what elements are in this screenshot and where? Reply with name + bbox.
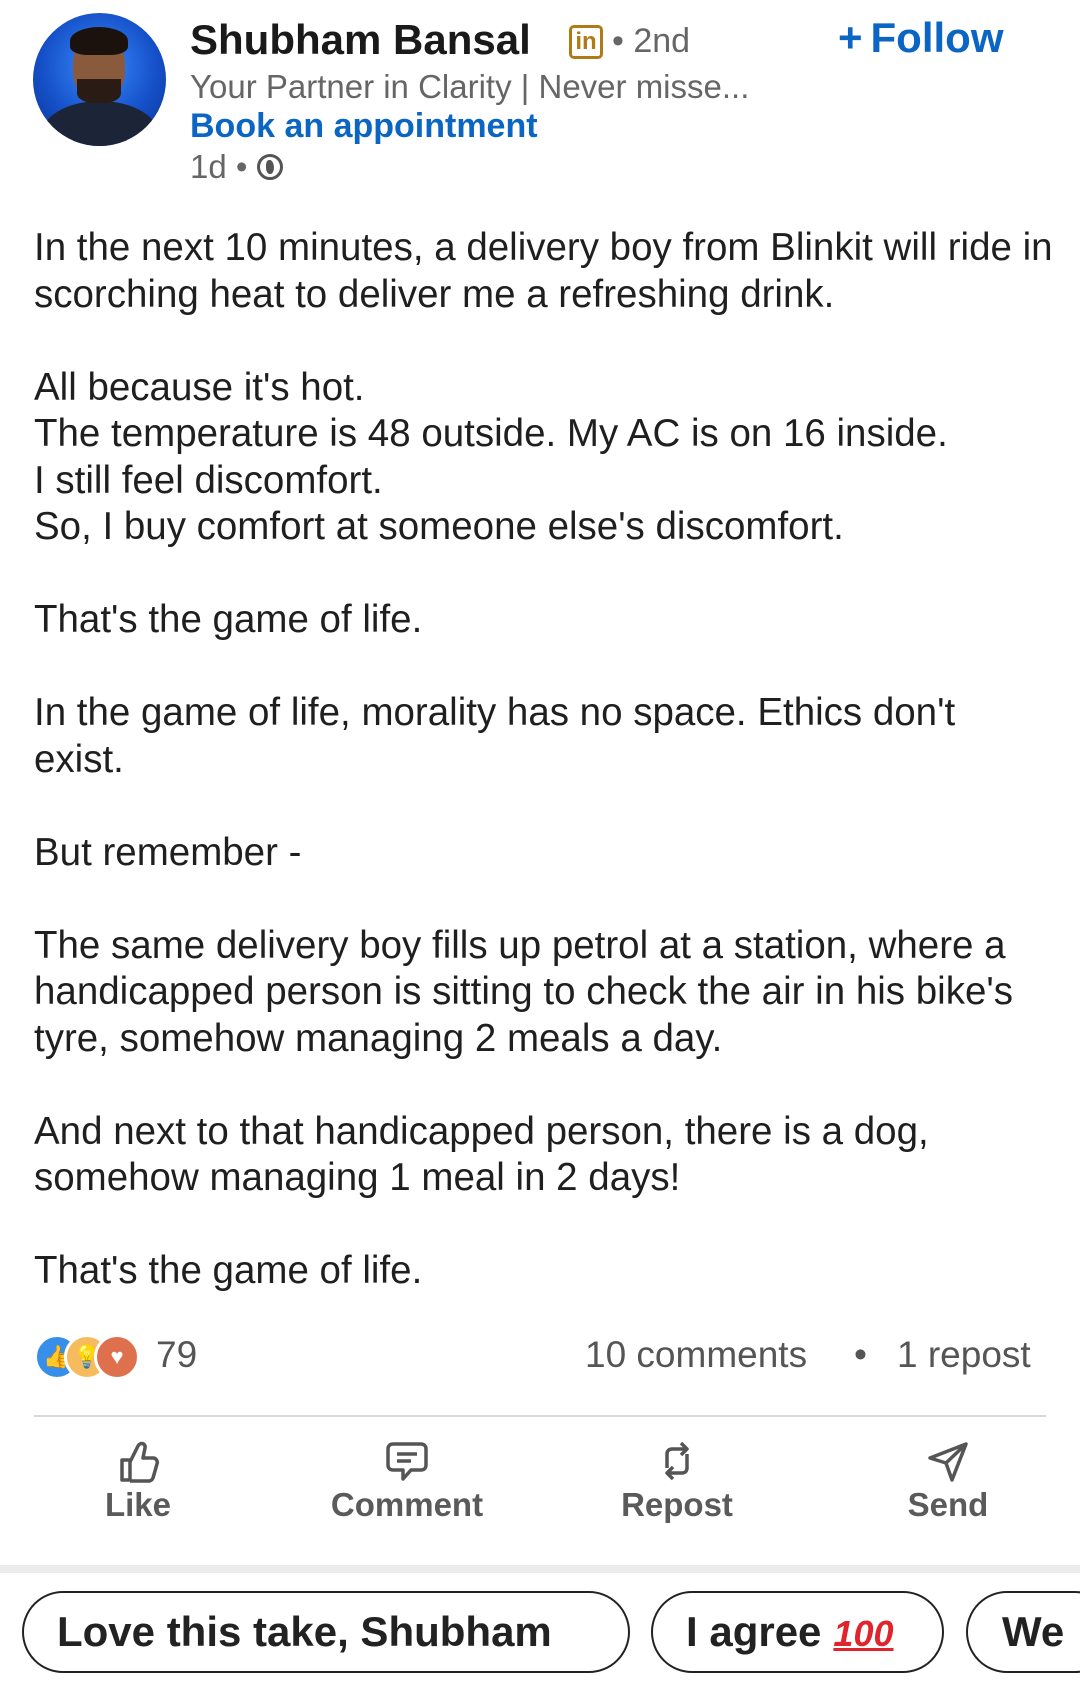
suggested-replies: Love this take, Shubham I agree 100 We — [0, 1573, 1080, 1704]
post-paragraph: But remember - — [34, 830, 302, 874]
post-paragraph: All because it's hot. The temperature is… — [34, 365, 948, 549]
action-bar: Like Comment Repost Send — [0, 1430, 1080, 1530]
plus-icon: + — [838, 14, 863, 61]
reaction-count[interactable]: 79 — [156, 1334, 197, 1376]
post-meta: 1d • — [190, 148, 284, 186]
chip-label: I agree — [686, 1608, 822, 1655]
love-reaction-icon: ♥ — [94, 1334, 140, 1380]
post-paragraph: The same delivery boy fills up petrol at… — [34, 923, 1013, 1060]
avatar-body — [41, 101, 159, 146]
comment-icon — [386, 1442, 428, 1481]
author-name[interactable]: Shubham Bansal — [190, 16, 531, 64]
like-button[interactable]: Like — [28, 1430, 248, 1530]
post-paragraph: That's the game of life. — [34, 598, 423, 641]
divider — [34, 1415, 1046, 1417]
author-headline: Your Partner in Clarity | Never misse... — [190, 68, 750, 105]
post-paragraph: That's the game of life. — [34, 1249, 423, 1292]
author-avatar[interactable] — [33, 13, 166, 146]
section-separator — [0, 1565, 1080, 1573]
suggested-reply-chip[interactable]: I agree 100 — [651, 1591, 944, 1673]
send-button[interactable]: Send — [838, 1430, 1058, 1530]
suggested-reply-chip[interactable]: Love this take, Shubham — [22, 1591, 630, 1673]
post-paragraph: In the game of life, morality has no spa… — [34, 691, 956, 781]
reposts-count[interactable]: 1 repost — [897, 1334, 1031, 1376]
like-label: Like — [104, 1486, 172, 1523]
repost-label: Repost — [621, 1486, 733, 1523]
thumbs-up-icon — [120, 1441, 159, 1483]
follow-label: Follow — [870, 14, 1004, 61]
post-paragraph: And next to that handicapped person, the… — [34, 1109, 929, 1200]
repost-button[interactable]: Repost — [567, 1430, 787, 1530]
connection-degree: • 2nd — [612, 22, 691, 60]
post-time: 1d • — [190, 148, 248, 185]
comment-label: Comment — [330, 1486, 484, 1523]
reaction-icons[interactable]: 👍 💡 ♥ — [34, 1334, 144, 1380]
stats-separator: • — [854, 1334, 867, 1375]
suggested-reply-chip[interactable]: We — [966, 1591, 1080, 1673]
send-label: Send — [907, 1486, 989, 1523]
hundred-emoji-icon: 100 — [833, 1613, 894, 1654]
avatar-beard — [77, 79, 121, 103]
avatar-hair — [70, 27, 128, 55]
linkedin-premium-icon: in — [569, 25, 603, 59]
comment-button[interactable]: Comment — [297, 1430, 517, 1530]
post-header: Shubham Bansal in • 2nd + Follow Your Par… — [0, 0, 1080, 190]
comments-count[interactable]: 10 comments — [585, 1334, 807, 1376]
send-icon — [928, 1442, 968, 1482]
follow-button[interactable]: + Follow — [838, 14, 1004, 62]
post-body: In the next 10 minutes, a delivery boy f… — [34, 225, 1054, 1341]
globe-icon — [257, 154, 284, 180]
book-appointment-link[interactable]: Book an appointment — [190, 107, 538, 146]
post-paragraph: In the next 10 minutes, a delivery boy f… — [34, 226, 1053, 316]
social-counts: 👍 💡 ♥ 79 10 comments • 1 repost — [34, 1330, 1046, 1380]
repost-icon — [665, 1441, 689, 1481]
